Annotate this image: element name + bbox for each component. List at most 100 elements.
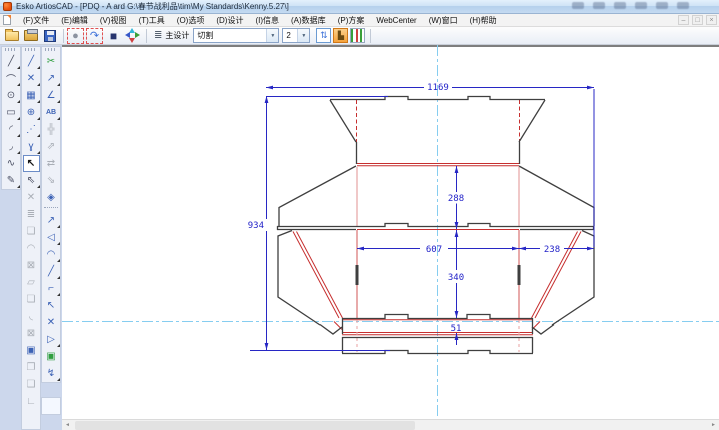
circle-center-tool-icon[interactable]: ⊕ bbox=[23, 104, 40, 121]
dim-label-side-panel[interactable]: 238 bbox=[544, 245, 560, 255]
menu-edit[interactable]: (E)编辑 bbox=[55, 15, 94, 26]
menu-project[interactable]: (P)方案 bbox=[332, 15, 371, 26]
outline-boxes-tool-icon[interactable]: ❑ bbox=[23, 376, 40, 393]
combo-arrow-icon[interactable]: ▼ bbox=[297, 29, 310, 42]
convert-to-3d-button[interactable]: ■ bbox=[105, 28, 122, 44]
arc-dim-tool-icon[interactable]: ◠ bbox=[43, 246, 60, 263]
redo-design-button[interactable]: ↷ bbox=[86, 27, 103, 44]
select-tool-icon[interactable]: ↖ bbox=[22, 155, 40, 172]
convert-3d-tool-icon[interactable]: ▣ bbox=[23, 342, 40, 359]
scroll-thumb[interactable] bbox=[75, 420, 415, 430]
multi-view-button[interactable] bbox=[124, 28, 141, 44]
group-select-tool-icon[interactable]: ⇖ bbox=[23, 172, 40, 189]
region-tool-icon[interactable]: ▱ bbox=[23, 274, 40, 291]
hatch-tool-icon[interactable]: ▦ bbox=[23, 87, 40, 104]
transform-tool-icon[interactable]: ◈ bbox=[43, 189, 60, 206]
scale-tool-icon[interactable]: ⇘ bbox=[43, 172, 60, 189]
mirror-tool-icon[interactable]: ⇄ bbox=[43, 155, 60, 172]
mdi-window-controls: – □ × bbox=[678, 15, 717, 25]
menu-info[interactable]: (I)信息 bbox=[249, 15, 285, 26]
design-canvas[interactable]: 1169 934 288 607 238 340 51 bbox=[62, 45, 719, 419]
output-button[interactable] bbox=[22, 28, 39, 44]
line-type-combo[interactable]: 切割 ▼ bbox=[193, 28, 280, 43]
bezier-tool-icon[interactable]: ✎ bbox=[3, 172, 20, 189]
save-button[interactable] bbox=[41, 28, 58, 44]
line-dim-tool-icon[interactable]: ╱ bbox=[43, 263, 60, 280]
construct-tool-icon[interactable]: ✕ bbox=[23, 70, 40, 87]
mdi-close-icon[interactable]: × bbox=[706, 15, 717, 25]
toolbar-column-edit: ╱ ✕ ▦ ⊕ ⋰ ɣ ↖ ⇖ ✕ ≣ ❏ ◠ ⊠ ▱ ❏ ◟ ⊠ ▣ ❐ ❑ … bbox=[21, 46, 41, 430]
dim-label-left-height[interactable]: 934 bbox=[248, 221, 264, 231]
menu-database[interactable]: (A)数据库 bbox=[285, 15, 332, 26]
line-tool-icon[interactable]: ╱ bbox=[3, 53, 20, 70]
line2-tool-icon[interactable]: ╱ bbox=[23, 53, 40, 70]
rectangle-tool-icon[interactable]: ▭ bbox=[3, 104, 20, 121]
angle-dim-tool-icon[interactable]: ∠ bbox=[43, 87, 60, 104]
crop-tool-icon[interactable]: ⊠ bbox=[23, 325, 40, 342]
corner-dim-tool-icon[interactable]: ⌐ bbox=[43, 280, 60, 297]
ray-fan-tool-icon[interactable]: ⋰ bbox=[23, 121, 40, 138]
cross-tool-icon[interactable]: ✕ bbox=[43, 314, 60, 331]
scroll-right-icon[interactable]: ► bbox=[708, 420, 719, 430]
menu-file[interactable]: (F)文件 bbox=[17, 15, 55, 26]
text-tool-icon[interactable]: AB bbox=[43, 104, 60, 121]
annotate-tool-icon[interactable]: ↖ bbox=[43, 297, 60, 314]
boxes-3d-tool-icon[interactable]: ❐ bbox=[23, 359, 40, 376]
menu-design[interactable]: (D)设计 bbox=[210, 15, 249, 26]
zigzag-tool-icon[interactable]: ↯ bbox=[43, 365, 60, 382]
main-design-button[interactable]: ≣ 主设计 bbox=[150, 28, 193, 44]
fillet-tool-icon[interactable]: ◜ bbox=[3, 121, 20, 138]
menu-webcenter[interactable]: WebCenter bbox=[370, 16, 422, 25]
toolbar-separator bbox=[63, 28, 64, 43]
frame-tool-icon[interactable]: ⊠ bbox=[23, 257, 40, 274]
arc-edit-tool-icon[interactable]: ◠ bbox=[23, 240, 40, 257]
counter-tool-icon[interactable]: ▣ bbox=[43, 348, 60, 365]
mdi-restore-icon[interactable]: □ bbox=[692, 15, 703, 25]
menu-window[interactable]: (W)窗口 bbox=[423, 15, 464, 26]
delete-tool-icon[interactable]: ✕ bbox=[23, 189, 40, 206]
menu-help[interactable]: (H)帮助 bbox=[464, 15, 503, 26]
dim-label-top-width[interactable]: 1169 bbox=[427, 83, 449, 93]
open-file-button[interactable] bbox=[3, 28, 20, 44]
dimension-lines[interactable] bbox=[250, 87, 595, 351]
menu-options[interactable]: (O)选项 bbox=[171, 15, 211, 26]
corner-tool-icon[interactable]: ∟ bbox=[23, 393, 40, 410]
curve-tool-icon[interactable]: ◞ bbox=[3, 138, 20, 155]
title-bar[interactable]: Esko ArtiosCAD - [PDQ - A ard G:\春节战利品\t… bbox=[0, 0, 719, 14]
scroll-track[interactable] bbox=[73, 420, 708, 430]
dim-label-mid-height[interactable]: 340 bbox=[448, 273, 464, 283]
fillet-edit-tool-icon[interactable]: ◟ bbox=[23, 308, 40, 325]
cut-lines[interactable] bbox=[276, 95, 595, 355]
combo-arrow-icon[interactable]: ▼ bbox=[266, 29, 279, 42]
copy-tool-icon[interactable]: ❏ bbox=[23, 223, 40, 240]
measure-tool-icon[interactable]: ↗ bbox=[43, 212, 60, 229]
line-type-value: 切割 bbox=[197, 31, 214, 40]
conic-tool-icon[interactable]: ɣ bbox=[23, 138, 40, 155]
menu-tools[interactable]: (T)工具 bbox=[133, 15, 171, 26]
scroll-left-icon[interactable]: ◄ bbox=[62, 420, 73, 430]
dim-label-upper-panel[interactable]: 288 bbox=[448, 194, 464, 204]
paste-tool-icon[interactable]: ❏ bbox=[23, 291, 40, 308]
point-size-combo[interactable]: 2 ▼ bbox=[282, 28, 311, 43]
circle-tool-icon[interactable]: ⊙ bbox=[3, 87, 20, 104]
dim-label-panel-width[interactable]: 607 bbox=[426, 245, 442, 255]
counter-layout-button[interactable]: ▙ bbox=[333, 28, 349, 43]
menu-view[interactable]: (V)视图 bbox=[94, 15, 133, 26]
centerlines bbox=[62, 45, 719, 419]
layers-tool-icon[interactable]: ≣ bbox=[23, 206, 40, 223]
move-tool-icon[interactable]: ╬ bbox=[43, 121, 60, 138]
mdi-minimize-icon[interactable]: – bbox=[678, 15, 689, 25]
rebuild-playback-button[interactable]: ● bbox=[67, 27, 84, 44]
horizontal-scrollbar[interactable]: ◄ ► bbox=[62, 419, 719, 430]
wave-tool-icon[interactable]: ∿ bbox=[3, 155, 20, 172]
arrow-tool-icon[interactable]: ▷ bbox=[43, 331, 60, 348]
dim-label-bottom-strip[interactable]: 51 bbox=[451, 324, 462, 334]
angle-tool-icon[interactable]: ◁ bbox=[43, 229, 60, 246]
plot-style-button[interactable] bbox=[350, 28, 366, 43]
rotate-tool-icon[interactable]: ⇗ bbox=[43, 138, 60, 155]
dimension-tool-icon[interactable]: ↗ bbox=[43, 70, 60, 87]
tack-tool-icon[interactable]: ✂ bbox=[43, 53, 60, 70]
app-window: Esko ArtiosCAD - [PDQ - A ard G:\春节战利品\t… bbox=[0, 0, 719, 430]
arc-tool-icon[interactable]: ⌒ bbox=[3, 70, 20, 87]
layer-toggle-button[interactable]: ⇅ bbox=[316, 28, 332, 43]
